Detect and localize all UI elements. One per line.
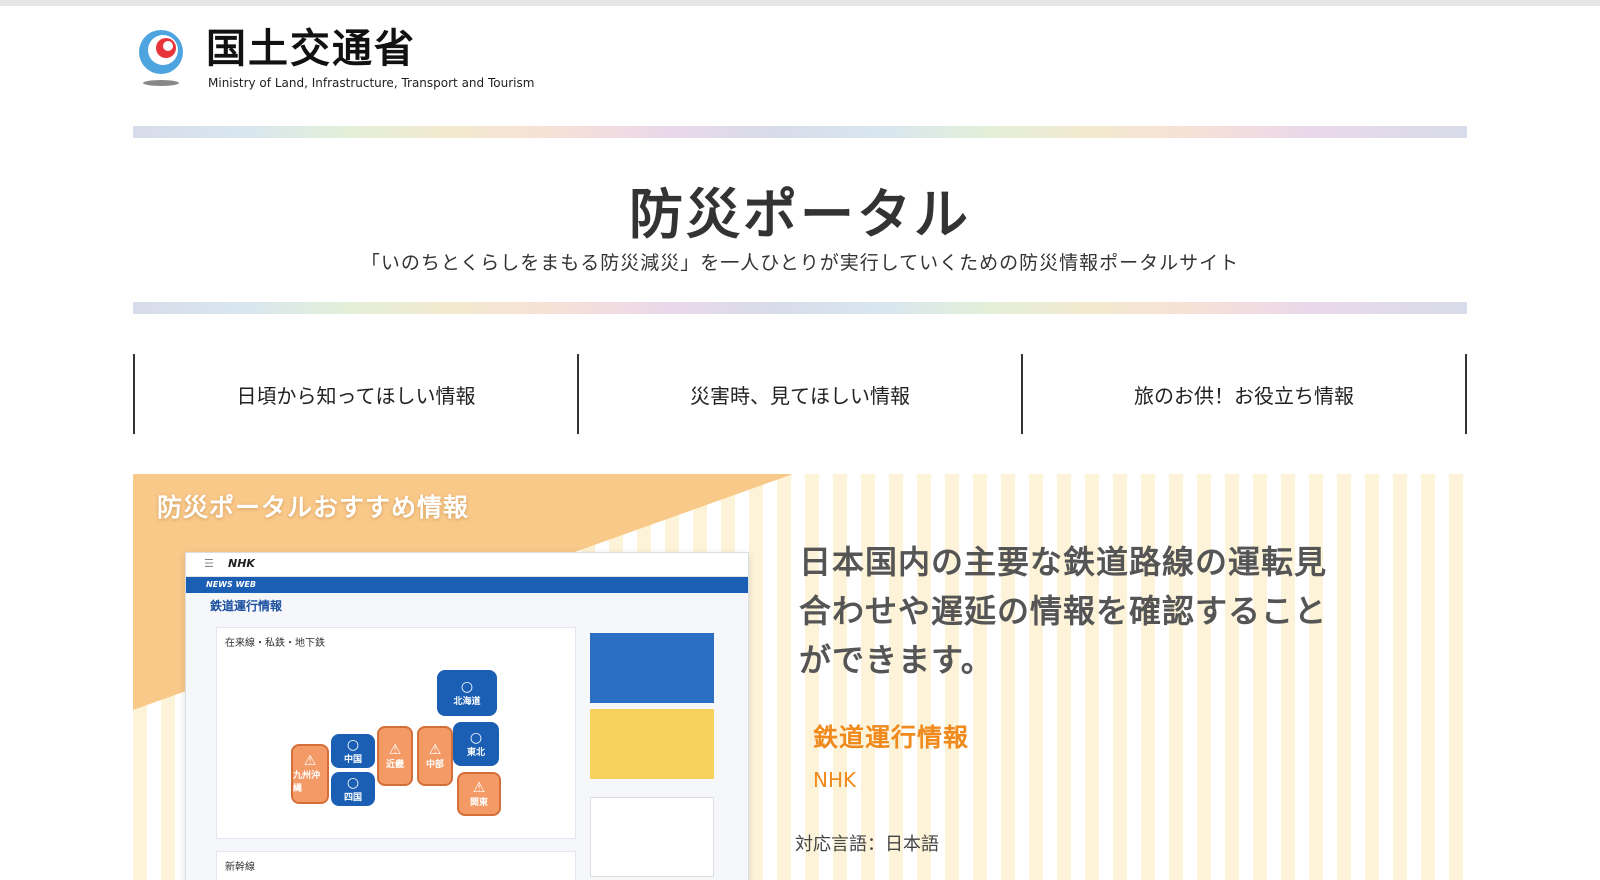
logo-japanese-name: 国土交通省 [206, 26, 416, 72]
main-nav: 日頃から知ってほしい情報 災害時、見てほしい情報 旅のお供！お役立ち情報 [133, 354, 1467, 434]
thumbnail-menu-icon: ☰ [204, 557, 214, 570]
region-shikoku: ○ 四国 [331, 772, 375, 806]
thumbnail-local-news-card [590, 709, 714, 779]
region-hokkaido: ○ 北海道 [437, 670, 497, 716]
region-kinki: ⚠ 近畿 [377, 726, 413, 786]
thumbnail-region-panel: 在来線・私鉄・地下鉄 ○ 北海道 ○ 東北 ○ 中国 ○ 四国 ⚠ 近畿 ⚠ 中部 ⚠ 関東 … [216, 627, 576, 839]
mlit-logo-link[interactable]: 国土交通省 Ministry of Land, Infrastructure, … [136, 24, 556, 94]
page-title: 防災ポータル [629, 183, 971, 246]
thumbnail-blue-nav [186, 577, 748, 593]
recommended-banner[interactable]: 防災ポータルおすすめ情報 ☰ NHK NEWS WEB 鉄道運行情報 在来線・私… [133, 474, 1467, 880]
rainbow-divider-top [133, 126, 1467, 138]
nav-item-travel-info[interactable]: 旅のお供！お役立ち情報 [1021, 354, 1467, 434]
thumbnail-newsweb-label: NEWS WEB [206, 580, 256, 589]
region-tohoku: ○ 東北 [453, 722, 499, 766]
thumbnail-weather-card [590, 633, 714, 703]
top-border [0, 0, 1600, 6]
thumbnail-shinkansen-title: 新幹線 [225, 862, 255, 873]
nav-item-disaster-info[interactable]: 災害時、見てほしい情報 [577, 354, 1021, 434]
logo-english-name: Ministry of Land, Infrastructure, Transp… [208, 76, 535, 90]
page-subtitle: 「いのちとくらしをまもる防災減災」を一人ひとりが実行していくための防災情報ポータ… [360, 252, 1240, 274]
thumbnail-railway-card [590, 797, 714, 877]
thumbnail-top-bar [186, 553, 748, 577]
supported-language: 対応言語：日本語 [795, 834, 939, 855]
thumbnail-panel-title: 在来線・私鉄・地下鉄 [225, 638, 325, 649]
railway-info-link[interactable]: 鉄道運行情報 [813, 718, 969, 754]
site-header: 国土交通省 Ministry of Land, Infrastructure, … [136, 24, 556, 94]
nav-item-everyday-info[interactable]: 日頃から知ってほしい情報 [133, 354, 577, 434]
banner-label: 防災ポータルおすすめ情報 [157, 493, 470, 522]
thumbnail-heading: 鉄道運行情報 [210, 599, 283, 613]
region-kyushu-okinawa: ⚠ 九州沖縄 [291, 744, 329, 804]
rainbow-divider-bottom [133, 302, 1467, 314]
region-chugoku: ○ 中国 [331, 734, 375, 768]
info-source: NHK [813, 768, 857, 792]
mlit-logo-icon [139, 30, 183, 86]
region-chubu: ⚠ 中部 [417, 726, 453, 786]
thumbnail-nhk-logo: NHK [228, 557, 255, 570]
thumbnail-shinkansen-panel: 新幹線 [216, 851, 576, 880]
railway-site-thumbnail: ☰ NHK NEWS WEB 鉄道運行情報 在来線・私鉄・地下鉄 ○ 北海道 ○ 東… [185, 552, 749, 880]
banner-description: 日本国内の主要な鉄道路線の運転見合わせや遅延の情報を確認することができます。 [799, 543, 1328, 679]
region-kanto: ⚠ 関東 [457, 772, 501, 816]
